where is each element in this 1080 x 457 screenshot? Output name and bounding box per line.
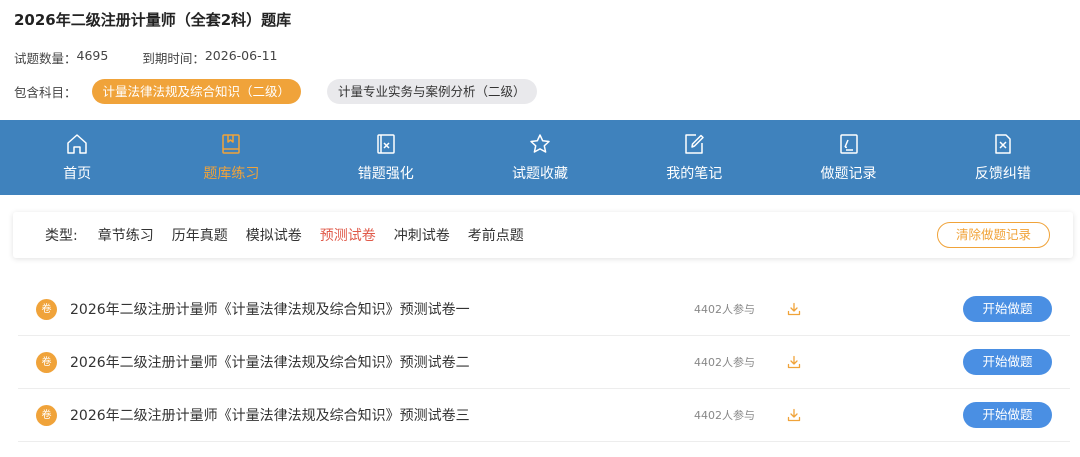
type-label: 类型: (45, 228, 78, 244)
book-icon (222, 134, 241, 154)
filter-past-exams[interactable]: 历年真题 (172, 225, 228, 245)
note-edit-icon (685, 134, 705, 154)
list-item: 卷 2026年二级注册计量师《计量法律法规及综合知识》预测试卷一 4402人参与… (18, 283, 1070, 336)
page-title: 2026年二级注册计量师（全套2科）题库 (14, 11, 292, 29)
nav-item-wrong[interactable]: 错题强化 (309, 120, 463, 195)
list-item: 卷 2026年二级注册计量师《计量法律法规及综合知识》预测试卷三 4402人参与… (18, 389, 1070, 442)
expiry-label: 到期时间： (142, 51, 205, 66)
participant-count: 4402人参与 (694, 409, 755, 422)
subjects-row: 包含科目： 计量法律法规及综合知识（二级） 计量专业实务与案例分析（二级） (14, 79, 537, 104)
nav-label-records: 做题记录 (820, 166, 877, 182)
bank-meta: 试题数量： 4695 到期时间： 2026-06-11 (14, 48, 278, 67)
main-nav: 首页 题库练习 错题强化 试题收藏 我的笔记 做题记录 反馈纠错 (0, 120, 1080, 195)
nav-label-home: 首页 (63, 166, 92, 182)
nav-item-practice[interactable]: 题库练习 (154, 120, 308, 195)
list-item: 卷 2026年二级注册计量师《计量法律法规及综合知识》预测试卷二 4402人参与… (18, 336, 1070, 389)
subject-chip-law[interactable]: 计量法律法规及综合知识（二级） (91, 79, 302, 104)
paper-title[interactable]: 2026年二级注册计量师《计量法律法规及综合知识》预测试卷三 (70, 405, 470, 425)
filter-sprint-papers[interactable]: 冲刺试卷 (394, 225, 450, 245)
paper-title[interactable]: 2026年二级注册计量师《计量法律法规及综合知识》预测试卷二 (70, 352, 470, 372)
filter-prediction-papers[interactable]: 预测试卷 (320, 225, 376, 245)
paper-list: 卷 2026年二级注册计量师《计量法律法规及综合知识》预测试卷一 4402人参与… (18, 283, 1070, 442)
feedback-icon (995, 134, 1011, 154)
nav-item-notes[interactable]: 我的笔记 (617, 120, 771, 195)
nav-item-feedback[interactable]: 反馈纠错 (926, 120, 1080, 195)
paper-badge: 卷 (36, 351, 57, 373)
nav-label-feedback: 反馈纠错 (974, 166, 1031, 182)
subject-chip-practice[interactable]: 计量专业实务与案例分析（二级） (327, 79, 537, 104)
download-icon[interactable] (787, 355, 801, 369)
nav-label-favorites: 试题收藏 (511, 166, 568, 182)
download-icon[interactable] (787, 302, 801, 316)
filter-mock-papers[interactable]: 模拟试卷 (246, 225, 302, 245)
nav-item-records[interactable]: 做题记录 (771, 120, 925, 195)
paper-badge: 卷 (36, 404, 57, 426)
paper-badge: 卷 (36, 298, 57, 320)
nav-item-favorites[interactable]: 试题收藏 (463, 120, 617, 195)
nav-label-practice: 题库练习 (203, 166, 260, 182)
download-icon[interactable] (787, 408, 801, 422)
filter-pre-exam-points[interactable]: 考前点题 (468, 225, 524, 245)
question-count: 4695 (76, 48, 109, 63)
star-icon (530, 134, 550, 153)
participant-count: 4402人参与 (694, 303, 755, 316)
start-practice-button[interactable]: 开始做题 (963, 296, 1052, 322)
start-practice-button[interactable]: 开始做题 (963, 349, 1052, 375)
record-icon (839, 134, 858, 154)
nav-item-home[interactable]: 首页 (0, 120, 154, 195)
nav-label-wrong: 错题强化 (357, 166, 414, 182)
subjects-label: 包含科目： (14, 85, 77, 100)
clear-records-button[interactable]: 清除做题记录 (936, 222, 1050, 248)
wrong-doc-icon (376, 134, 395, 154)
expiry-date: 2026-06-11 (204, 48, 278, 63)
home-icon (67, 134, 87, 154)
participant-count: 4402人参与 (694, 356, 755, 369)
filter-chapter-practice[interactable]: 章节练习 (98, 225, 154, 245)
start-practice-button[interactable]: 开始做题 (963, 402, 1052, 428)
question-count-label: 试题数量： (14, 51, 77, 66)
nav-label-notes: 我的笔记 (666, 166, 723, 182)
paper-title[interactable]: 2026年二级注册计量师《计量法律法规及综合知识》预测试卷一 (70, 299, 470, 319)
type-filter-bar: 类型: 章节练习 历年真题 模拟试卷 预测试卷 冲刺试卷 考前点题 清除做题记录 (13, 212, 1073, 258)
